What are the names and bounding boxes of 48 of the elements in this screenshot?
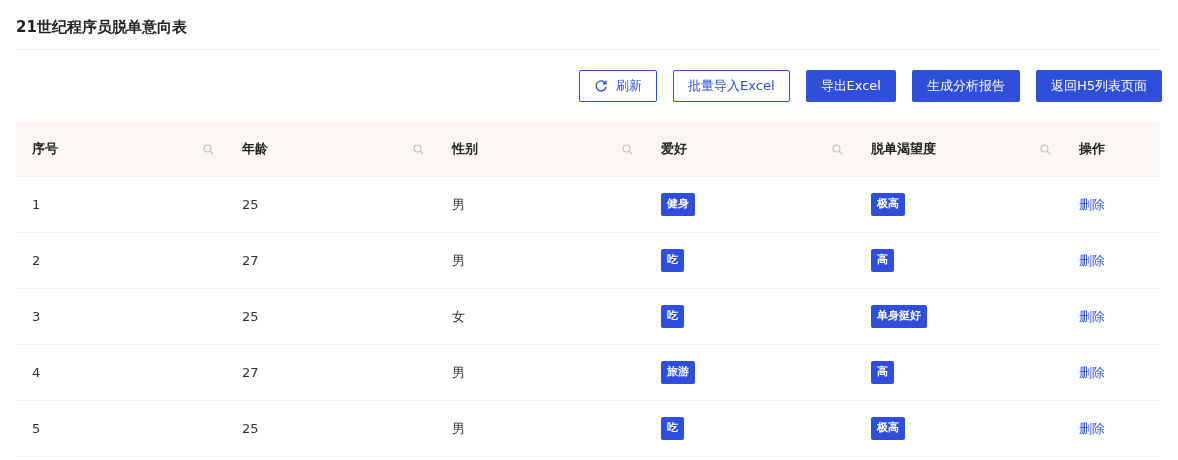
search-icon[interactable]	[1040, 143, 1051, 155]
page-title: 21世纪程序员脱单意向表	[16, 17, 187, 39]
delete-link[interactable]: 删除	[1079, 420, 1105, 436]
table-cell: 男	[452, 364, 465, 380]
desire-tag: 极高	[871, 193, 905, 216]
column-header: 性别	[452, 140, 478, 159]
toolbar-button[interactable]: 生成分析报告	[911, 70, 1020, 102]
table-cell: 女	[452, 308, 465, 324]
table-cell: 25	[242, 308, 259, 324]
hobby-tag: 吃	[661, 249, 684, 272]
desire-tag: 高	[871, 361, 894, 384]
hobby-tag: 健身	[661, 193, 695, 216]
table-cell: 1	[32, 196, 41, 212]
table-cell: 3	[32, 308, 41, 324]
toolbar-button[interactable]: 返回H5列表页面	[1035, 70, 1162, 102]
table-cell: 男	[452, 420, 465, 436]
search-icon[interactable]	[622, 143, 633, 155]
table-cell: 4	[32, 364, 41, 380]
table-cell: 2	[32, 252, 41, 268]
column-header: 爱好	[661, 140, 687, 159]
column-header: 操作	[1079, 140, 1105, 159]
column-header: 脱单渴望度	[871, 140, 936, 159]
refresh-icon	[594, 79, 609, 93]
column-header: 序号	[32, 140, 58, 159]
table-cell: 27	[242, 364, 259, 380]
search-icon[interactable]	[832, 143, 843, 155]
table-cell: 25	[242, 420, 259, 436]
toolbar-button[interactable]: 导出Excel	[805, 70, 896, 102]
toolbar-button[interactable]: 刷新	[579, 70, 658, 102]
hobby-tag: 旅游	[661, 361, 695, 384]
delete-link[interactable]: 删除	[1079, 364, 1105, 380]
search-icon[interactable]	[203, 143, 214, 155]
desire-tag: 单身挺好	[871, 305, 927, 328]
search-icon[interactable]	[413, 143, 424, 155]
delete-link[interactable]: 删除	[1079, 252, 1105, 268]
table-cell: 25	[242, 196, 259, 212]
toolbar-button[interactable]: 批量导入Excel	[673, 70, 790, 102]
hobby-tag: 吃	[661, 417, 684, 440]
desire-tag: 高	[871, 249, 894, 272]
desire-tag: 极高	[871, 417, 905, 440]
table-cell: 5	[32, 420, 41, 436]
table-cell: 男	[452, 196, 465, 212]
delete-link[interactable]: 删除	[1079, 308, 1105, 324]
table-cell: 男	[452, 252, 465, 268]
column-header: 年龄	[242, 140, 268, 159]
hobby-tag: 吃	[661, 305, 684, 328]
delete-link[interactable]: 删除	[1079, 196, 1105, 212]
table-cell: 27	[242, 252, 259, 268]
